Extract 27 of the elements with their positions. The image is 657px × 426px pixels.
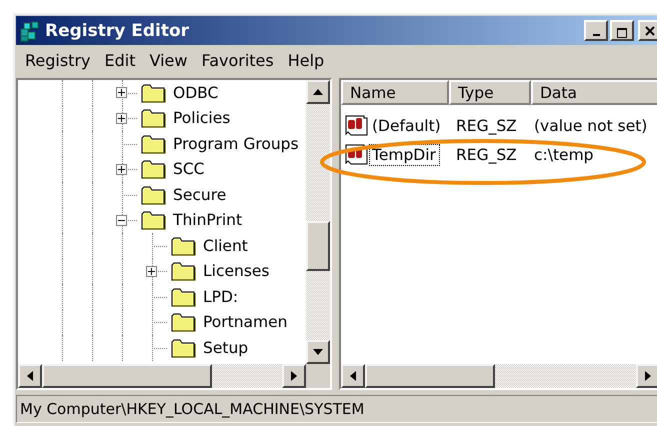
tree-item[interactable]: LPD: bbox=[203, 288, 238, 306]
tree-item[interactable]: ThinPrint bbox=[173, 211, 242, 230]
value-data: (value not set) bbox=[533, 116, 648, 134]
menu-item[interactable]: Registry bbox=[20, 50, 100, 70]
value-name[interactable]: (Default) bbox=[369, 114, 445, 136]
tree-item[interactable]: ODBC bbox=[173, 84, 218, 102]
menu-item[interactable]: Edit bbox=[100, 50, 144, 70]
value-name[interactable]: TempDir bbox=[369, 144, 440, 166]
tree-item[interactable]: Portnamen bbox=[203, 313, 288, 332]
status-bar: My Computer\HKEY_LOCAL_MACHINE\SYSTEM bbox=[16, 395, 657, 423]
column-header[interactable]: Type bbox=[449, 80, 531, 105]
menu-item[interactable]: Help bbox=[282, 50, 334, 70]
tree-item[interactable]: Setup bbox=[203, 338, 248, 357]
value-type: REG_SZ bbox=[455, 116, 518, 134]
tree-item[interactable]: Client bbox=[203, 236, 248, 255]
value-type: REG_SZ bbox=[455, 146, 518, 164]
tree-item[interactable]: Program Groups bbox=[173, 134, 299, 153]
window-title: Registry Editor bbox=[45, 20, 190, 40]
tree-item[interactable]: Secure bbox=[173, 186, 226, 204]
tree-item[interactable]: Licenses bbox=[203, 262, 270, 280]
column-header[interactable]: Data bbox=[531, 80, 657, 105]
tree-item[interactable]: SCC bbox=[173, 160, 204, 178]
tree-item[interactable]: Policies bbox=[173, 109, 230, 128]
menu-item[interactable]: Favorites bbox=[196, 50, 283, 70]
menu-item[interactable]: View bbox=[144, 50, 196, 70]
column-header[interactable]: Name bbox=[341, 80, 449, 105]
value-data: c:\temp bbox=[533, 146, 595, 164]
